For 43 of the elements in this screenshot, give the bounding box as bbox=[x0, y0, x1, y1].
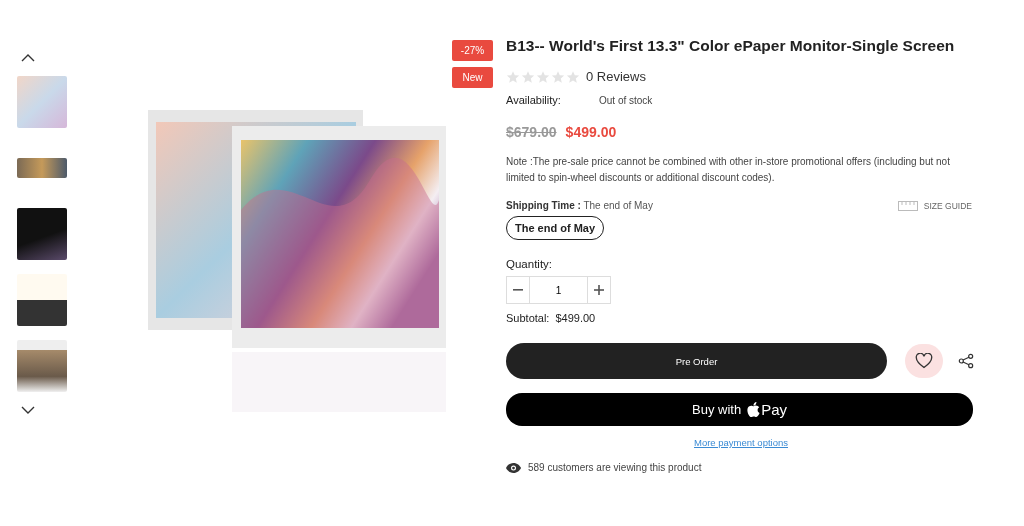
heart-icon bbox=[915, 353, 933, 369]
more-payment-options-link[interactable]: More payment options bbox=[694, 437, 788, 448]
original-price: $679.00 bbox=[506, 124, 557, 140]
thumbnail-photo[interactable] bbox=[17, 208, 67, 260]
star-icon bbox=[506, 69, 520, 84]
star-icon bbox=[521, 69, 535, 84]
sale-badge: New bbox=[452, 67, 493, 88]
reviews-link[interactable]: 0 Reviews bbox=[586, 69, 646, 84]
star-icon bbox=[551, 69, 565, 84]
star-icon bbox=[566, 69, 580, 84]
shipping-time-text: Shipping Time : The end of May bbox=[506, 200, 653, 211]
shipping-option[interactable]: The end of May bbox=[506, 216, 605, 240]
subtotal-value: $499.00 bbox=[555, 312, 596, 324]
buy-with-pay-button[interactable]: Buy with Pay bbox=[506, 393, 973, 426]
thumbnail-photo[interactable] bbox=[17, 274, 67, 326]
eye-icon bbox=[506, 462, 521, 473]
pre-sale-note: Note :The pre-sale price cannot be combined with other in-store promotional offers (including but not limited to spin-wheel discounts or additional discount codes). bbox=[506, 155, 951, 185]
share-icon[interactable] bbox=[958, 353, 974, 369]
wishlist-button[interactable] bbox=[905, 344, 943, 378]
subtotal-label: Subtotal: bbox=[506, 312, 550, 324]
viewers-text: 589 customers are viewing this product bbox=[528, 462, 702, 473]
size-guide-link[interactable]: SIZE GUIDE bbox=[897, 200, 972, 211]
ruler-icon bbox=[897, 200, 918, 211]
sale-badge: -27% bbox=[452, 40, 493, 61]
sale-price: $499.00 bbox=[565, 124, 617, 140]
size-guide-text: SIZE GUIDE bbox=[923, 200, 972, 211]
availability-value: Out of stock bbox=[599, 94, 653, 106]
star-icon bbox=[536, 69, 550, 84]
plus-icon bbox=[594, 285, 604, 295]
availability-label: Availability: bbox=[506, 94, 562, 106]
thumbnail-photo[interactable] bbox=[17, 76, 67, 128]
chevron-up-icon[interactable] bbox=[21, 54, 35, 62]
decrease-button[interactable] bbox=[506, 276, 530, 304]
increase-button[interactable] bbox=[587, 276, 611, 304]
quantity-field[interactable]: 1 bbox=[530, 276, 587, 304]
quantity-label: Quantity: bbox=[506, 258, 554, 270]
minus-icon bbox=[513, 289, 523, 291]
chevron-down-icon[interactable] bbox=[21, 406, 35, 414]
product-title: B13-- World's First 13.3" Color ePaper Monitor-Single Screen bbox=[506, 37, 956, 55]
apple-icon bbox=[747, 402, 761, 417]
thumbnail-photo[interactable] bbox=[17, 340, 67, 392]
pre-order-button[interactable]: Pre Order bbox=[506, 343, 887, 379]
thumbnail-photo[interactable] bbox=[17, 158, 67, 178]
